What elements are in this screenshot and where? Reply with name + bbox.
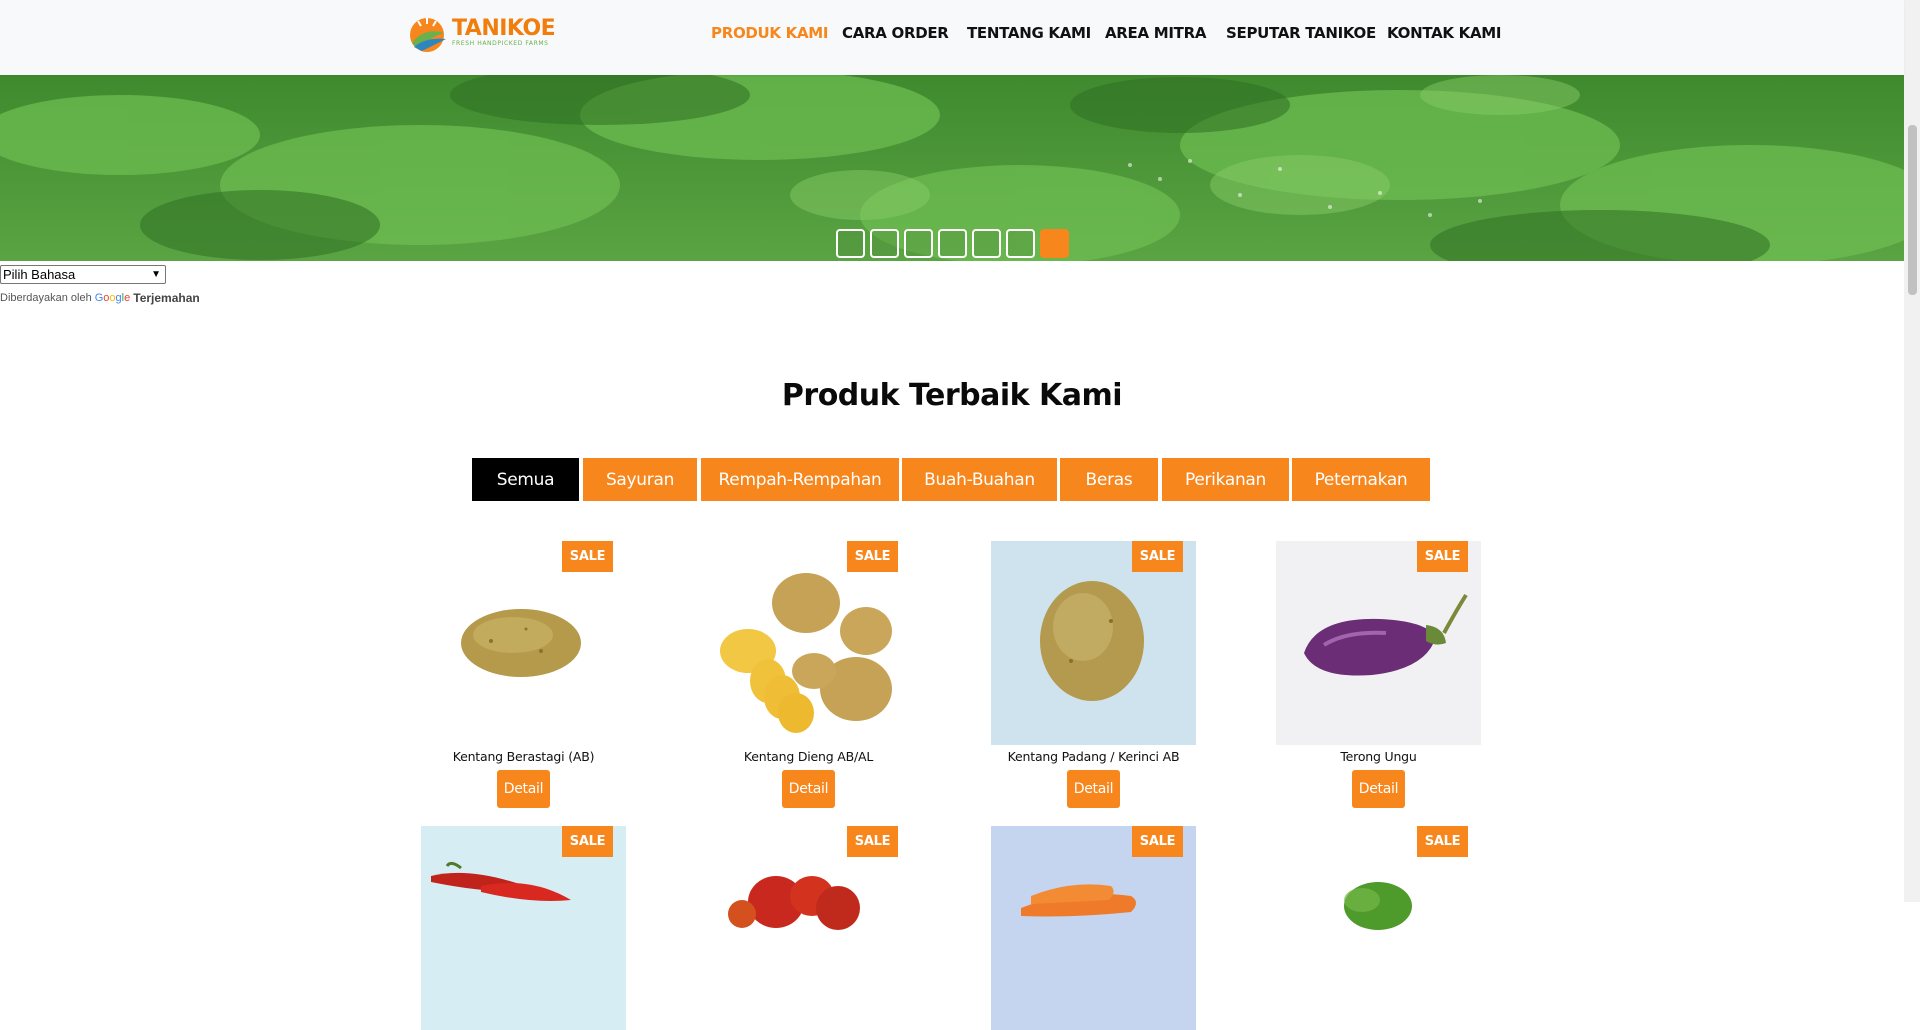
nav-produk-kami[interactable]: PRODUK KAMI <box>711 24 829 42</box>
logo-sun-leaf-icon <box>410 18 446 52</box>
sale-badge: SALE <box>847 826 898 857</box>
powered-by-label: Diberdayakan oleh <box>0 292 92 304</box>
product-name: Terong Ungu <box>1340 749 1417 764</box>
section-title: Produk Terbaik Kami <box>781 378 1123 413</box>
language-select-value: Pilih Bahasa <box>3 267 76 282</box>
nav-area-mitra[interactable]: AREA MITRA <box>1105 24 1206 42</box>
product-image[interactable]: SALE <box>421 541 626 745</box>
tab-buah-buahan[interactable]: Buah-Buahan <box>902 458 1057 501</box>
tab-sayuran[interactable]: Sayuran <box>583 458 697 501</box>
tab-beras[interactable]: Beras <box>1060 458 1158 501</box>
nav-seputar-tanikoe[interactable]: SEPUTAR TANIKOE <box>1226 24 1376 42</box>
product-name: Kentang Dieng AB/AL <box>743 749 874 764</box>
product-image[interactable]: SALE <box>1276 541 1481 745</box>
site-header: TANIKOE FRESH HANDPICKED FARMS PRODUK KA… <box>0 0 1904 75</box>
slider-dot-1[interactable] <box>836 229 865 258</box>
page-scrollbar[interactable] <box>1904 0 1920 902</box>
tab-semua[interactable]: Semua <box>472 458 579 501</box>
logo-name: TANIKOE <box>452 16 556 41</box>
product-image[interactable]: SALE <box>991 541 1196 745</box>
logo-tagline: FRESH HANDPICKED FARMS <box>452 40 549 47</box>
scrollbar-thumb[interactable] <box>1908 125 1917 295</box>
product-image[interactable]: SALE <box>991 826 1196 1030</box>
tab-perikanan[interactable]: Perikanan <box>1162 458 1289 501</box>
detail-button[interactable]: Detail <box>497 770 550 808</box>
sale-badge: SALE <box>847 541 898 572</box>
sale-badge: SALE <box>1132 826 1183 857</box>
product-name: Kentang Berastagi (AB) <box>452 749 595 764</box>
detail-button[interactable]: Detail <box>1352 770 1405 808</box>
language-select[interactable]: Pilih Bahasa ▼ <box>0 265 166 284</box>
detail-button[interactable]: Detail <box>1067 770 1120 808</box>
sale-badge: SALE <box>1132 541 1183 572</box>
slider-pagination <box>836 229 1069 258</box>
tab-peternakan[interactable]: Peternakan <box>1292 458 1430 501</box>
product-image[interactable]: SALE <box>706 826 911 1030</box>
slider-dot-5[interactable] <box>972 229 1001 258</box>
detail-button[interactable]: Detail <box>782 770 835 808</box>
translate-powered-by: Diberdayakan oleh Google Terjemahan <box>0 291 200 305</box>
nav-tentang-kami[interactable]: TENTANG KAMI <box>967 24 1091 42</box>
slider-dot-3[interactable] <box>904 229 933 258</box>
slider-dot-7[interactable] <box>1040 229 1069 258</box>
slider-dot-6[interactable] <box>1006 229 1035 258</box>
tab-rempah-rempahan[interactable]: Rempah-Rempahan <box>701 458 899 501</box>
translate-link[interactable]: Terjemahan <box>133 291 199 305</box>
product-image[interactable]: SALE <box>1276 826 1481 1030</box>
nav-cara-order[interactable]: CARA ORDER <box>842 24 949 42</box>
site-logo[interactable]: TANIKOE FRESH HANDPICKED FARMS <box>404 12 564 54</box>
chevron-down-icon: ▼ <box>151 269 161 280</box>
google-logo: Google <box>94 292 131 304</box>
nav-kontak-kami[interactable]: KONTAK KAMI <box>1387 24 1502 42</box>
product-name: Kentang Padang / Kerinci AB <box>1007 749 1180 764</box>
slider-dot-4[interactable] <box>938 229 967 258</box>
sale-badge: SALE <box>1417 826 1468 857</box>
product-image[interactable]: SALE <box>706 541 911 745</box>
sale-badge: SALE <box>562 826 613 857</box>
product-image[interactable]: SALE <box>421 826 626 1030</box>
slider-dot-2[interactable] <box>870 229 899 258</box>
sale-badge: SALE <box>562 541 613 572</box>
sale-badge: SALE <box>1417 541 1468 572</box>
